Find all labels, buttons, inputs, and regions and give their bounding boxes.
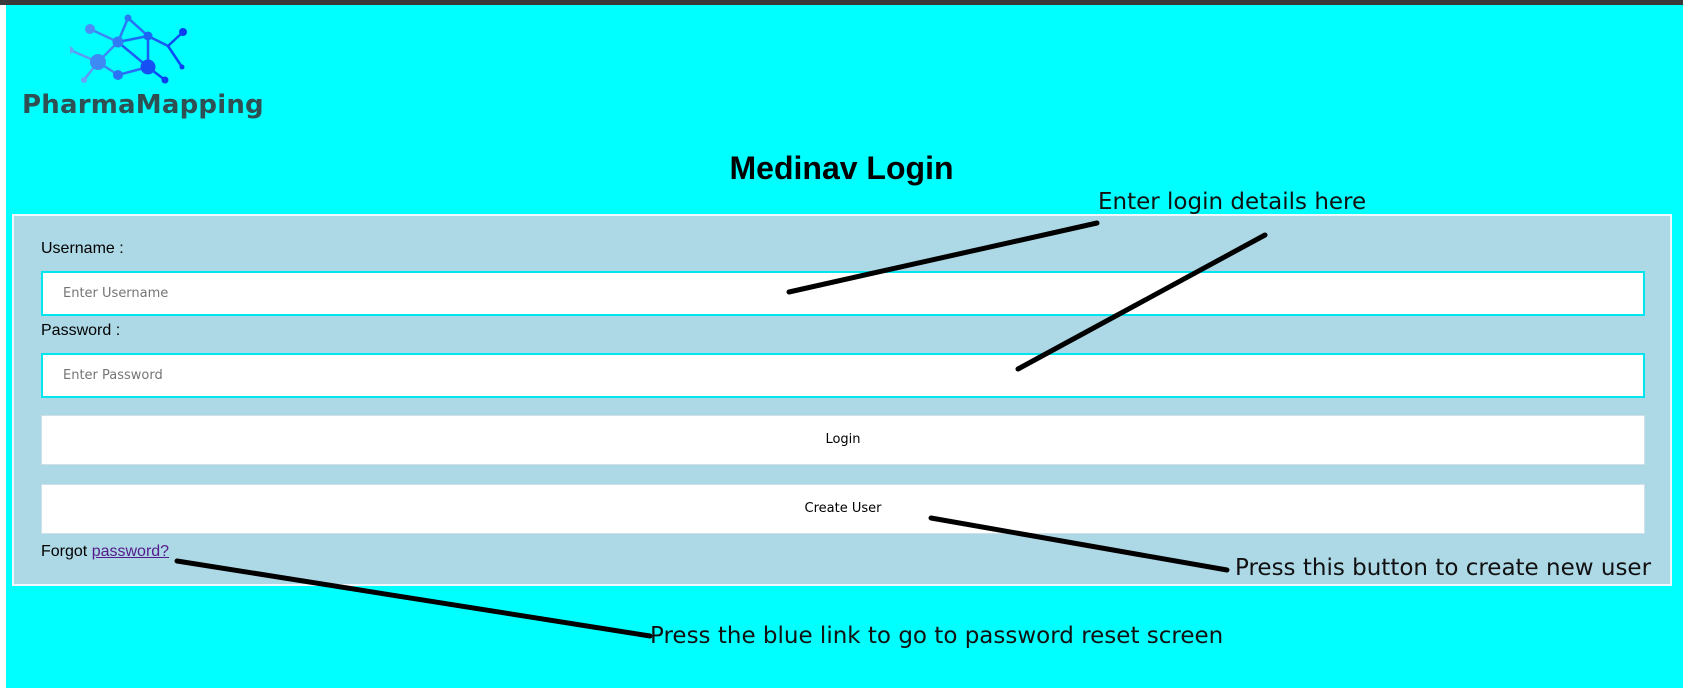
login-button[interactable]: Login [41, 415, 1645, 465]
username-label: Username : [41, 240, 124, 257]
annotation-login-details: Enter login details here [1098, 189, 1367, 215]
forgot-password-row: Forgot password? [41, 543, 169, 561]
forgot-password-link[interactable]: password? [92, 543, 169, 560]
page-title: Medinav Login [729, 150, 954, 186]
annotation-create-user: Press this button to create new user [1235, 555, 1652, 581]
password-label: Password : [41, 322, 121, 339]
logo: PharmaMapping [22, 12, 264, 127]
username-input[interactable] [41, 271, 1645, 316]
molecule-network-icon [70, 14, 187, 84]
forgot-prefix: Forgot [41, 543, 88, 560]
password-input[interactable] [41, 353, 1645, 398]
annotation-password-reset: Press the blue link to go to password re… [650, 623, 1224, 649]
create-user-button[interactable]: Create User [41, 484, 1645, 534]
login-form: Username : Password : Login Create User … [12, 214, 1672, 586]
logo-text: PharmaMapping [22, 90, 264, 120]
